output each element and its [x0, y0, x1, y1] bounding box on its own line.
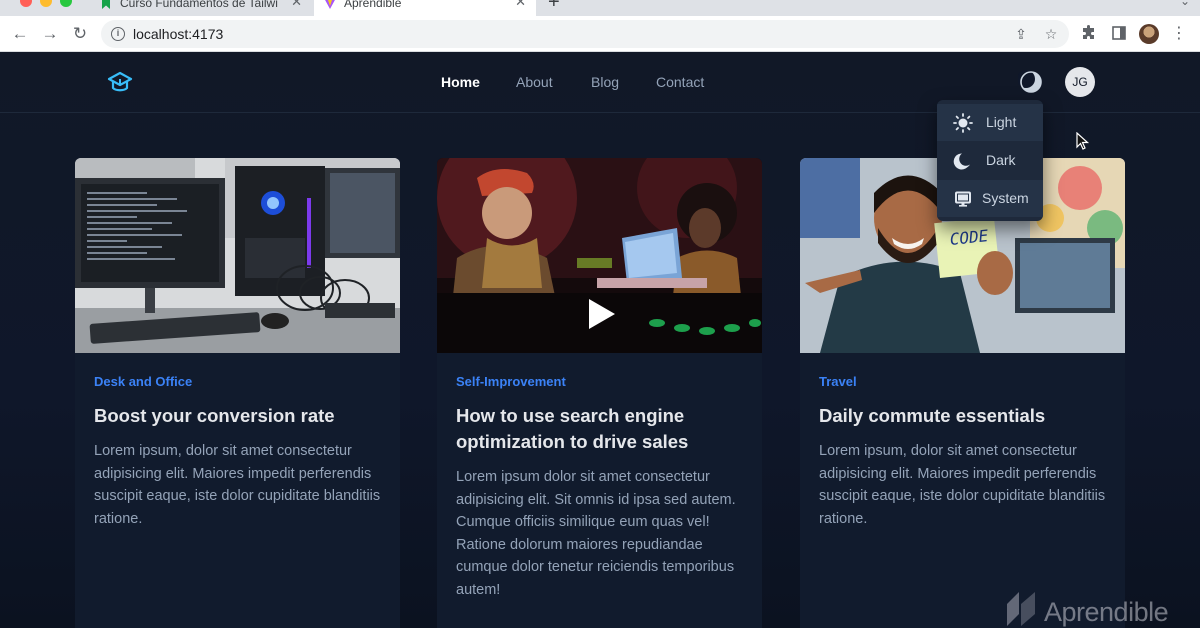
side-panel-icon[interactable]: [1110, 25, 1128, 43]
back-arrow-icon[interactable]: ←: [10, 24, 30, 44]
share-icon[interactable]: ⇪: [1014, 27, 1028, 41]
theme-option-label: System: [982, 190, 1029, 206]
card-image-computer-desk[interactable]: [75, 158, 400, 353]
nav-link-contact[interactable]: Contact: [656, 74, 704, 90]
close-tab-icon[interactable]: ✕: [291, 0, 302, 10]
reload-icon[interactable]: ↻: [70, 24, 90, 44]
bookmark-favicon-icon: [102, 0, 110, 9]
aprendible-logo-icon: [1007, 592, 1035, 626]
monitor-icon: [955, 191, 971, 207]
card-title[interactable]: Daily commute essentials: [819, 403, 1109, 429]
card-category[interactable]: Travel: [819, 374, 857, 389]
browser-menu-icon[interactable]: ⋮: [1170, 25, 1188, 43]
site-info-icon[interactable]: i: [111, 27, 125, 41]
card-excerpt: Lorem ipsum, dolor sit amet consectetur …: [94, 443, 381, 527]
bookmark-star-icon[interactable]: ☆: [1044, 27, 1058, 41]
close-window-button[interactable]: [20, 0, 32, 7]
browser-profile-avatar[interactable]: [1139, 24, 1159, 44]
browser-tab-aprendible[interactable]: Aprendible ✕: [314, 0, 536, 16]
browser-toolbar: ← → ↻ i localhost:4173 ⇪ ☆ ⋮: [0, 16, 1200, 52]
chevron-down-icon[interactable]: ⌄: [1180, 0, 1190, 8]
extensions-puzzle-icon[interactable]: [1080, 25, 1098, 43]
watermark-text: Aprendible: [1044, 597, 1169, 627]
theme-dropdown-menu: Light Dark System: [937, 100, 1043, 221]
card-excerpt: Lorem ipsum dolor sit amet consectetur a…: [456, 469, 736, 598]
maximize-window-button[interactable]: [60, 0, 72, 7]
nav-link-about[interactable]: About: [516, 74, 553, 90]
theme-option-label: Light: [986, 114, 1017, 130]
close-tab-icon[interactable]: ✕: [515, 0, 526, 10]
aprendible-watermark: Aprendible: [1004, 590, 1169, 628]
user-avatar-button[interactable]: JG: [1065, 67, 1095, 97]
nav-link-blog[interactable]: Blog: [591, 74, 619, 90]
moon-icon: [953, 153, 970, 170]
theme-toggle-moon-icon[interactable]: [1018, 69, 1044, 95]
card-category[interactable]: Desk and Office: [94, 374, 192, 389]
card-image-video-thumbnail[interactable]: [437, 158, 762, 353]
theme-option-dark[interactable]: Dark: [937, 142, 1043, 179]
browser-tabstrip: Curso Fundamentos de Tailwi ✕ Aprendible…: [0, 0, 1200, 16]
card-category[interactable]: Self-Improvement: [456, 374, 566, 389]
url-text[interactable]: localhost:4173: [133, 26, 223, 42]
mouse-pointer-icon: [1076, 132, 1090, 150]
nav-link-home[interactable]: Home: [441, 74, 480, 90]
forward-arrow-icon[interactable]: →: [40, 24, 60, 44]
theme-option-label: Dark: [986, 152, 1016, 168]
address-bar[interactable]: i localhost:4173 ⇪ ☆: [101, 20, 1069, 48]
blog-card[interactable]: Self-Improvement How to use search engin…: [437, 158, 762, 628]
sun-icon: [953, 113, 973, 133]
vite-favicon-icon: [325, 0, 335, 9]
new-tab-icon[interactable]: +: [548, 0, 560, 14]
blog-card[interactable]: CODE Travel Daily commute essentials Lor…: [800, 158, 1125, 628]
card-excerpt: Lorem ipsum, dolor sit amet consectetur …: [819, 443, 1106, 527]
browser-tab-label: Aprendible: [344, 0, 402, 10]
play-video-icon[interactable]: [587, 298, 617, 330]
browser-tab-label: Curso Fundamentos de Tailwi: [120, 0, 278, 10]
minimize-window-button[interactable]: [40, 0, 52, 7]
browser-tab-tailwind[interactable]: Curso Fundamentos de Tailwi ✕: [90, 0, 312, 16]
card-title[interactable]: How to use search engine optimization to…: [456, 403, 746, 455]
page-content: Home About Blog Contact JG Light Dark Sy…: [0, 52, 1200, 628]
blog-card[interactable]: Desk and Office Boost your conversion ra…: [75, 158, 400, 628]
theme-option-system[interactable]: System: [937, 180, 1043, 217]
card-title[interactable]: Boost your conversion rate: [94, 403, 384, 429]
theme-option-light[interactable]: Light: [937, 104, 1043, 141]
